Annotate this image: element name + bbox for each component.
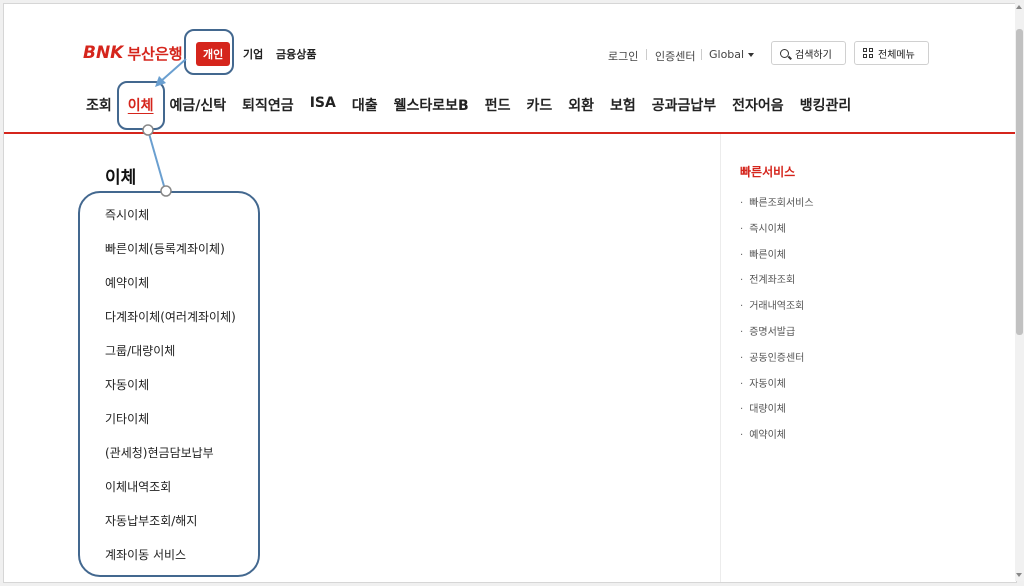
annotation-anchor-top	[142, 124, 154, 136]
annotation-arrow-1	[159, 58, 187, 83]
annotation-anchor-bottom	[160, 185, 172, 197]
annotation-arrow-2	[147, 129, 165, 187]
annotation-arrows	[142, 58, 187, 197]
